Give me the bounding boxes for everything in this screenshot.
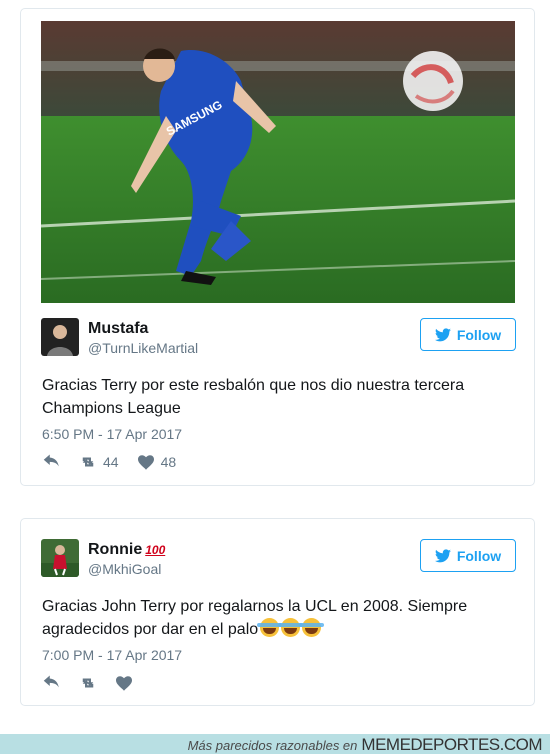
tweet-text-line: Gracias Terry por este resbalón que nos … xyxy=(42,377,465,394)
follow-label: Follow xyxy=(456,547,502,564)
retweet-button[interactable] xyxy=(79,675,97,691)
user-display-name[interactable]: Ronnie 100 xyxy=(88,541,165,559)
reply-button[interactable] xyxy=(43,675,61,691)
tweet-header: Ronnie 100 @MkhiGoal Follow xyxy=(41,539,516,581)
heart-icon xyxy=(137,455,154,470)
crying-laughing-emoji-icon xyxy=(299,618,325,637)
tweet-text: Gracias John Terry por regalarnos la UCL… xyxy=(42,595,512,641)
retweet-count: 44 xyxy=(103,454,119,470)
user-handle[interactable]: @TurnLikeMartial xyxy=(88,340,198,356)
follow-label: Follow xyxy=(456,326,502,343)
avatar-image xyxy=(41,318,79,356)
retweet-icon xyxy=(82,457,94,467)
crying-laughing-emoji-icon xyxy=(278,618,304,637)
user-name-text: Ronnie xyxy=(88,541,143,558)
tweet-photo[interactable]: SAMSUNG xyxy=(41,21,515,303)
tweet-timestamp[interactable]: 6:50 PM - 17 Apr 2017 xyxy=(42,426,182,442)
tweet-text-line: Champions League xyxy=(42,400,181,417)
tweet-card-1: SAMSUNG Mustafa @TurnLikeMartial Follow … xyxy=(20,8,535,486)
like-button[interactable] xyxy=(115,675,133,691)
retweet-icon xyxy=(82,678,94,688)
heart-icon xyxy=(116,676,132,691)
avatar[interactable] xyxy=(41,318,79,356)
tweet-actions xyxy=(43,673,151,693)
watermark-tagline: Más parecidos razonables en xyxy=(187,738,358,753)
tweet-text: Gracias Terry por este resbalón que nos … xyxy=(42,374,512,420)
avatar-image xyxy=(41,539,79,577)
crying-laughing-emoji-icon xyxy=(257,618,283,637)
user-handle[interactable]: @MkhiGoal xyxy=(88,561,161,577)
reply-button[interactable] xyxy=(43,454,61,470)
watermark: Más parecidos razonables en MEMEDEPORTES… xyxy=(187,735,543,754)
tweet-header: Mustafa @TurnLikeMartial Follow xyxy=(41,318,516,360)
tweet-text-line-2: agradecidos por dar en el palo xyxy=(42,618,512,641)
like-count: 48 xyxy=(160,454,177,470)
avatar[interactable] xyxy=(41,539,79,577)
follow-button[interactable]: Follow xyxy=(420,539,516,572)
retweet-button[interactable]: 44 xyxy=(79,454,119,470)
tweet-text-line: agradecidos por dar en el palo xyxy=(42,621,259,638)
tweet-actions: 44 48 xyxy=(43,452,194,472)
user-display-name[interactable]: Mustafa xyxy=(88,320,148,338)
penalty-photo-illustration: SAMSUNG xyxy=(41,21,515,303)
tweet-card-2: Ronnie 100 @MkhiGoal Follow Gracias John … xyxy=(20,518,535,706)
reply-icon xyxy=(43,454,59,467)
hundred-emoji: 100 xyxy=(145,543,166,557)
watermark-brand[interactable]: MEMEDEPORTES.COM xyxy=(361,735,542,754)
follow-button[interactable]: Follow xyxy=(420,318,516,351)
tweet-text-line: Gracias John Terry por regalarnos la UCL… xyxy=(42,598,468,615)
like-button[interactable]: 48 xyxy=(137,454,177,470)
twitter-bird-icon xyxy=(434,327,451,341)
tweet-timestamp[interactable]: 7:00 PM - 17 Apr 2017 xyxy=(42,647,182,663)
twitter-bird-icon xyxy=(434,548,451,562)
watermark-bar: Más parecidos razonables en MEMEDEPORTES… xyxy=(0,734,550,754)
reply-icon xyxy=(43,675,59,688)
